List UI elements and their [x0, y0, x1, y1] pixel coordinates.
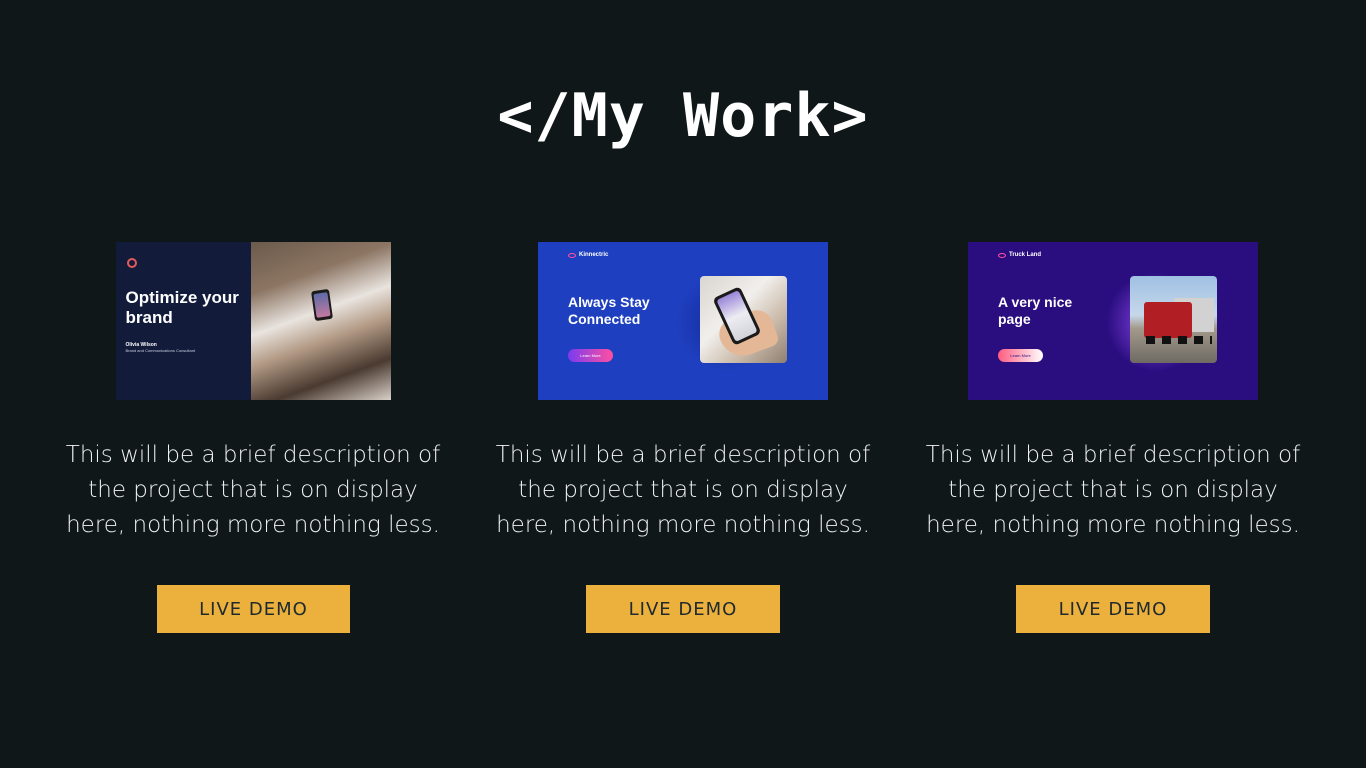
- wheels-image: [1146, 336, 1212, 344]
- phone-image: [310, 288, 333, 322]
- project-card: Kinnectric Always Stay Connected Learn M…: [493, 242, 873, 633]
- thumbnail-headline: A very nice page: [998, 294, 1073, 327]
- thumbnail-brand-label: Truck Land: [1009, 252, 1042, 258]
- brand-logo-icon: [998, 252, 1006, 258]
- thumbnail-brand-label: Kinnectric: [579, 252, 609, 258]
- thumbnail-headline: Optimize your brand: [125, 288, 239, 327]
- project-description: This will be a brief description of the …: [925, 442, 1301, 538]
- live-demo-button[interactable]: LIVE DEMO: [586, 585, 780, 633]
- thumbnail-role: Brand and Communications Consultant: [125, 348, 196, 353]
- thumbnail-cta: Learn More: [568, 349, 613, 362]
- project-description: This will be a brief description of the …: [495, 442, 871, 538]
- project-card: Optimize your brand Olivia Wilson Brand …: [63, 242, 443, 633]
- project-card: Truck Land A very nice page Learn More T…: [923, 242, 1303, 633]
- project-thumbnail[interactable]: Truck Land A very nice page Learn More: [968, 242, 1258, 400]
- brand-logo-icon: [568, 252, 576, 258]
- project-thumbnail[interactable]: Optimize your brand Olivia Wilson Brand …: [115, 242, 391, 400]
- thumbnail-headline: Always Stay Connected: [568, 294, 650, 327]
- live-demo-button[interactable]: LIVE DEMO: [157, 585, 350, 633]
- thumbnail-brand: Truck Land: [998, 252, 1041, 258]
- project-description: This will be a brief description of the …: [65, 442, 441, 538]
- thumbnail-brand: Kinnectric: [568, 252, 608, 258]
- thumbnail-photo: [250, 242, 391, 400]
- thumbnail-photo: [1130, 276, 1217, 363]
- live-demo-button[interactable]: LIVE DEMO: [1016, 585, 1210, 633]
- project-thumbnail[interactable]: Kinnectric Always Stay Connected Learn M…: [538, 242, 828, 400]
- truck-image: [1144, 302, 1192, 338]
- section-title: </My Work>: [497, 81, 869, 151]
- thumbnail-photo: [700, 276, 787, 363]
- fingerprint-logo-icon: [126, 258, 137, 268]
- thumbnail-cta: Learn More: [998, 349, 1043, 362]
